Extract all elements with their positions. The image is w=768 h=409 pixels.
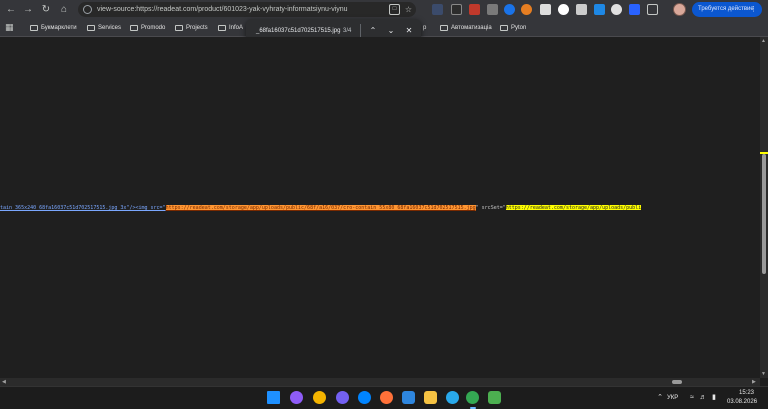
star-icon[interactable]: ☆ <box>403 4 414 15</box>
folder-icon <box>175 25 183 31</box>
arrow-left-icon[interactable]: ← <box>3 2 19 17</box>
scroll-thumb[interactable] <box>672 380 682 384</box>
language-indicator[interactable]: УКР <box>667 394 678 402</box>
folder-icon <box>218 25 226 31</box>
firefox-icon[interactable] <box>380 391 393 404</box>
folder-icon <box>30 25 38 31</box>
tab-search-icon[interactable]: □ <box>389 4 400 15</box>
source-view: tain_365x240_68fa16037c51d702517515.jpg … <box>0 37 760 378</box>
chevron-up-icon[interactable]: ⌃ <box>367 25 379 37</box>
copilot-icon[interactable] <box>290 391 303 404</box>
bookmark-label: Services <box>98 25 122 31</box>
vertical-scrollbar[interactable]: ▲ ▼ <box>760 37 768 378</box>
bookmark-folder[interactable]: Автоматизаціа <box>440 22 492 34</box>
bookmark-folder[interactable]: Букмарклети <box>30 22 77 34</box>
taskbar: ⌃ УКР ≈ ♬ ▮ 15:23 03.08.2026 <box>0 386 768 409</box>
scroll-thumb[interactable] <box>762 154 766 274</box>
folder-icon <box>87 25 95 31</box>
extensions-puzzle-icon[interactable] <box>647 4 658 15</box>
find-input[interactable]: _68fa16037c51d702517515.jpg <box>256 25 340 37</box>
messenger-icon[interactable] <box>358 391 371 404</box>
action-required-label: Требуется действие <box>698 6 754 12</box>
source-fragment: " srcSet=" <box>475 205 506 211</box>
extension-icon-3[interactable] <box>469 4 480 15</box>
file-explorer-icon[interactable] <box>424 391 437 404</box>
chevron-up-icon[interactable]: ⌃ <box>656 394 664 402</box>
wifi-icon[interactable]: ≈ <box>688 394 696 402</box>
telegram-icon[interactable] <box>446 391 459 404</box>
apps-grid-icon[interactable]: ▦ <box>5 23 14 32</box>
extension-icon-2[interactable] <box>451 4 462 15</box>
source-line: tain_365x240_68fa16037c51d702517515.jpg … <box>0 204 642 212</box>
current-match[interactable]: https://readeat.com/storage/app/uploads/… <box>165 205 476 211</box>
clock-time[interactable]: 15:23 <box>739 389 754 397</box>
clock-date[interactable]: 03.08.2026 <box>727 398 757 406</box>
extension-icon-11[interactable] <box>611 4 622 15</box>
address-bar[interactable]: view-source:https://readeat.com/product/… <box>78 2 416 17</box>
battery-icon[interactable]: ▮ <box>710 394 718 402</box>
source-fragment: tain_365x240_68fa16037c51d702517515.jpg … <box>0 205 166 211</box>
chrome-icon[interactable] <box>466 391 479 404</box>
extension-icon-4[interactable] <box>487 4 498 15</box>
screen: ← → ↻ ⌂ view-source:https://readeat.com/… <box>0 0 768 409</box>
browser-toolbar: ← → ↻ ⌂ view-source:https://readeat.com/… <box>0 0 768 19</box>
extension-icon-1[interactable] <box>432 4 443 15</box>
bookmark-folder[interactable]: Services <box>87 22 121 34</box>
find-match-count: 3/4 <box>343 28 352 34</box>
find-divider <box>360 24 361 38</box>
horizontal-scrollbar[interactable]: ◀ ▶ <box>0 378 760 386</box>
viber-icon[interactable] <box>336 391 349 404</box>
address-text: view-source:https://readeat.com/product/… <box>97 6 348 13</box>
scroll-down-icon[interactable]: ▼ <box>761 370 766 378</box>
bookmark-label: Projects <box>186 25 208 31</box>
extension-icon-12[interactable] <box>629 4 640 15</box>
extension-icon-8[interactable] <box>558 4 569 15</box>
bookmark-folder[interactable]: Pyton <box>500 22 526 34</box>
bookmark-label: InfoA <box>229 25 244 31</box>
extension-icon-5[interactable] <box>504 4 515 15</box>
folder-icon <box>500 25 508 31</box>
bookmark-label: Pyton <box>511 25 527 31</box>
speaker-icon[interactable]: ♬ <box>699 394 707 402</box>
action-required-button[interactable]: Требуется действие ⋮ <box>692 2 762 17</box>
extension-icon-10[interactable] <box>594 4 605 15</box>
scroll-up-icon[interactable]: ▲ <box>761 37 766 45</box>
scroll-right-icon[interactable]: ▶ <box>752 378 756 386</box>
more-menu-icon[interactable]: ⋮ <box>750 2 757 17</box>
folder-icon <box>130 25 138 31</box>
extension-icon-9[interactable] <box>576 4 587 15</box>
bookmark-folder[interactable]: Promodo <box>130 22 165 34</box>
arrow-right-icon[interactable]: → <box>20 2 36 17</box>
reload-icon[interactable]: ↻ <box>38 2 54 17</box>
extension-icon-6[interactable] <box>521 4 532 15</box>
home-icon[interactable]: ⌂ <box>56 2 72 17</box>
bookmark-folder[interactable]: р <box>423 22 426 34</box>
bookmark-folder[interactable]: InfoA <box>218 22 243 34</box>
app-icon[interactable] <box>488 391 501 404</box>
bookmark-folder[interactable]: Projects <box>175 22 208 34</box>
bookmark-label: Promodo <box>141 25 166 31</box>
app-icon[interactable] <box>313 391 326 404</box>
windows-start-icon[interactable] <box>267 391 280 404</box>
scroll-left-icon[interactable]: ◀ <box>2 378 6 386</box>
bookmark-label: р <box>423 25 427 31</box>
avatar[interactable] <box>673 3 686 16</box>
chevron-down-icon[interactable]: ⌄ <box>385 25 397 37</box>
bookmark-label: Автоматизаціа <box>451 25 492 31</box>
mail-icon[interactable] <box>402 391 415 404</box>
site-info-icon[interactable] <box>83 5 92 14</box>
search-match[interactable]: https://readeat.com/storage/app/uploads/… <box>505 205 642 211</box>
extension-icon-7[interactable] <box>540 4 551 15</box>
bookmark-label: Букмарклети <box>41 25 77 31</box>
close-icon[interactable]: ✕ <box>403 25 415 37</box>
folder-icon <box>440 25 448 31</box>
